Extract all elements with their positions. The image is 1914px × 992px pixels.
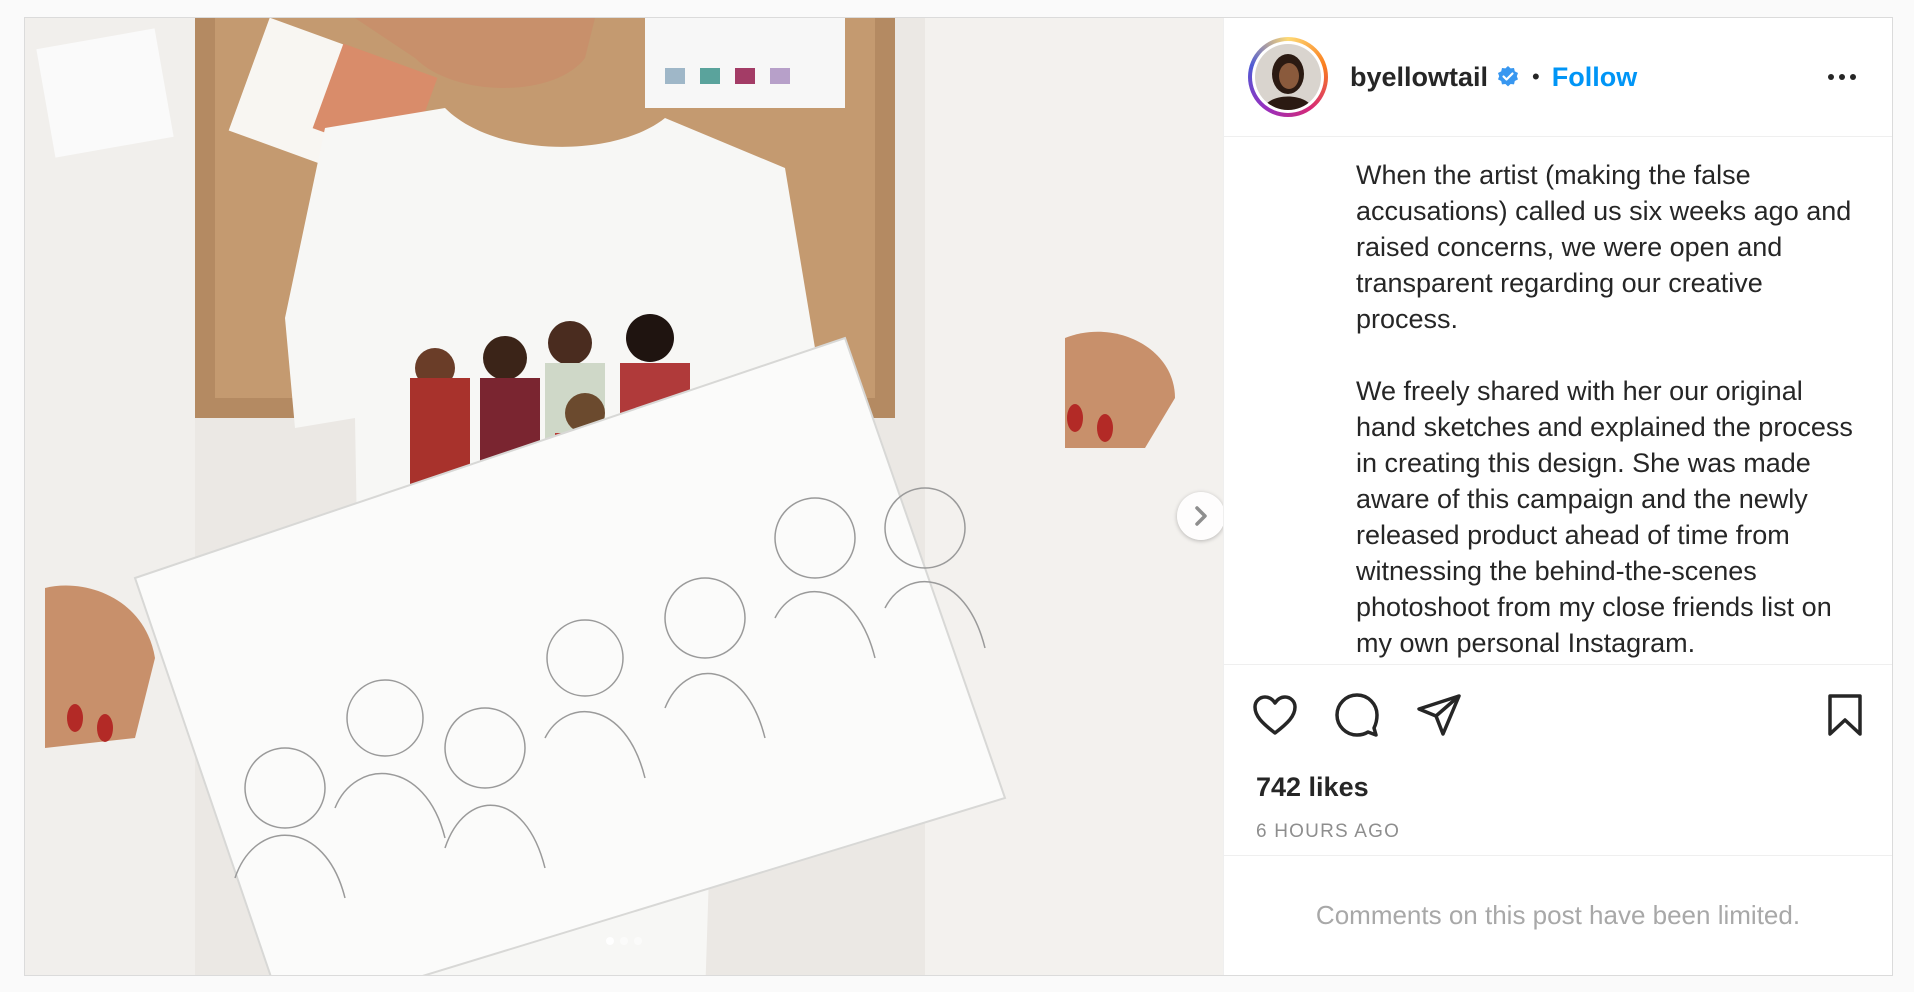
comment-icon xyxy=(1335,693,1379,737)
post-media[interactable] xyxy=(25,18,1224,975)
post-header: byellowtail • Follow xyxy=(1224,18,1892,137)
post-timestamp[interactable]: 6 HOURS AGO xyxy=(1224,809,1892,856)
save-button[interactable] xyxy=(1826,693,1864,737)
comment-button[interactable] xyxy=(1334,692,1380,738)
verified-badge-icon xyxy=(1496,65,1520,89)
carousel-indicator xyxy=(25,937,1223,945)
carousel-dot xyxy=(606,937,614,945)
carousel-dot xyxy=(634,937,642,945)
post-photo xyxy=(25,18,1223,975)
share-icon xyxy=(1417,694,1461,736)
caption-paragraph: When the artist (making the false accusa… xyxy=(1356,160,1852,334)
likes-count[interactable]: 742 likes xyxy=(1224,765,1892,809)
share-button[interactable] xyxy=(1416,693,1462,737)
follow-button[interactable]: Follow xyxy=(1552,62,1637,93)
avatar-image xyxy=(1255,44,1321,110)
carousel-next-button[interactable] xyxy=(1177,492,1223,540)
caption-scroll-area[interactable]: When the artist (making the false accusa… xyxy=(1224,137,1892,665)
instagram-post: byellowtail • Follow When the artist (ma… xyxy=(24,17,1893,976)
action-bar xyxy=(1224,665,1892,765)
post-sidebar: byellowtail • Follow When the artist (ma… xyxy=(1224,18,1892,975)
carousel-dot xyxy=(620,937,628,945)
chevron-right-icon xyxy=(1195,506,1207,526)
separator-dot: • xyxy=(1532,64,1540,89)
username-link[interactable]: byellowtail xyxy=(1350,62,1488,93)
like-button[interactable] xyxy=(1252,694,1298,736)
comments-limited-notice: Comments on this post have been limited. xyxy=(1315,900,1801,930)
caption-paragraph: We freely shared with her our original h… xyxy=(1356,376,1853,658)
avatar[interactable] xyxy=(1248,37,1328,117)
bookmark-icon xyxy=(1828,694,1862,736)
heart-icon xyxy=(1253,695,1297,735)
more-options-icon[interactable] xyxy=(1820,66,1864,88)
